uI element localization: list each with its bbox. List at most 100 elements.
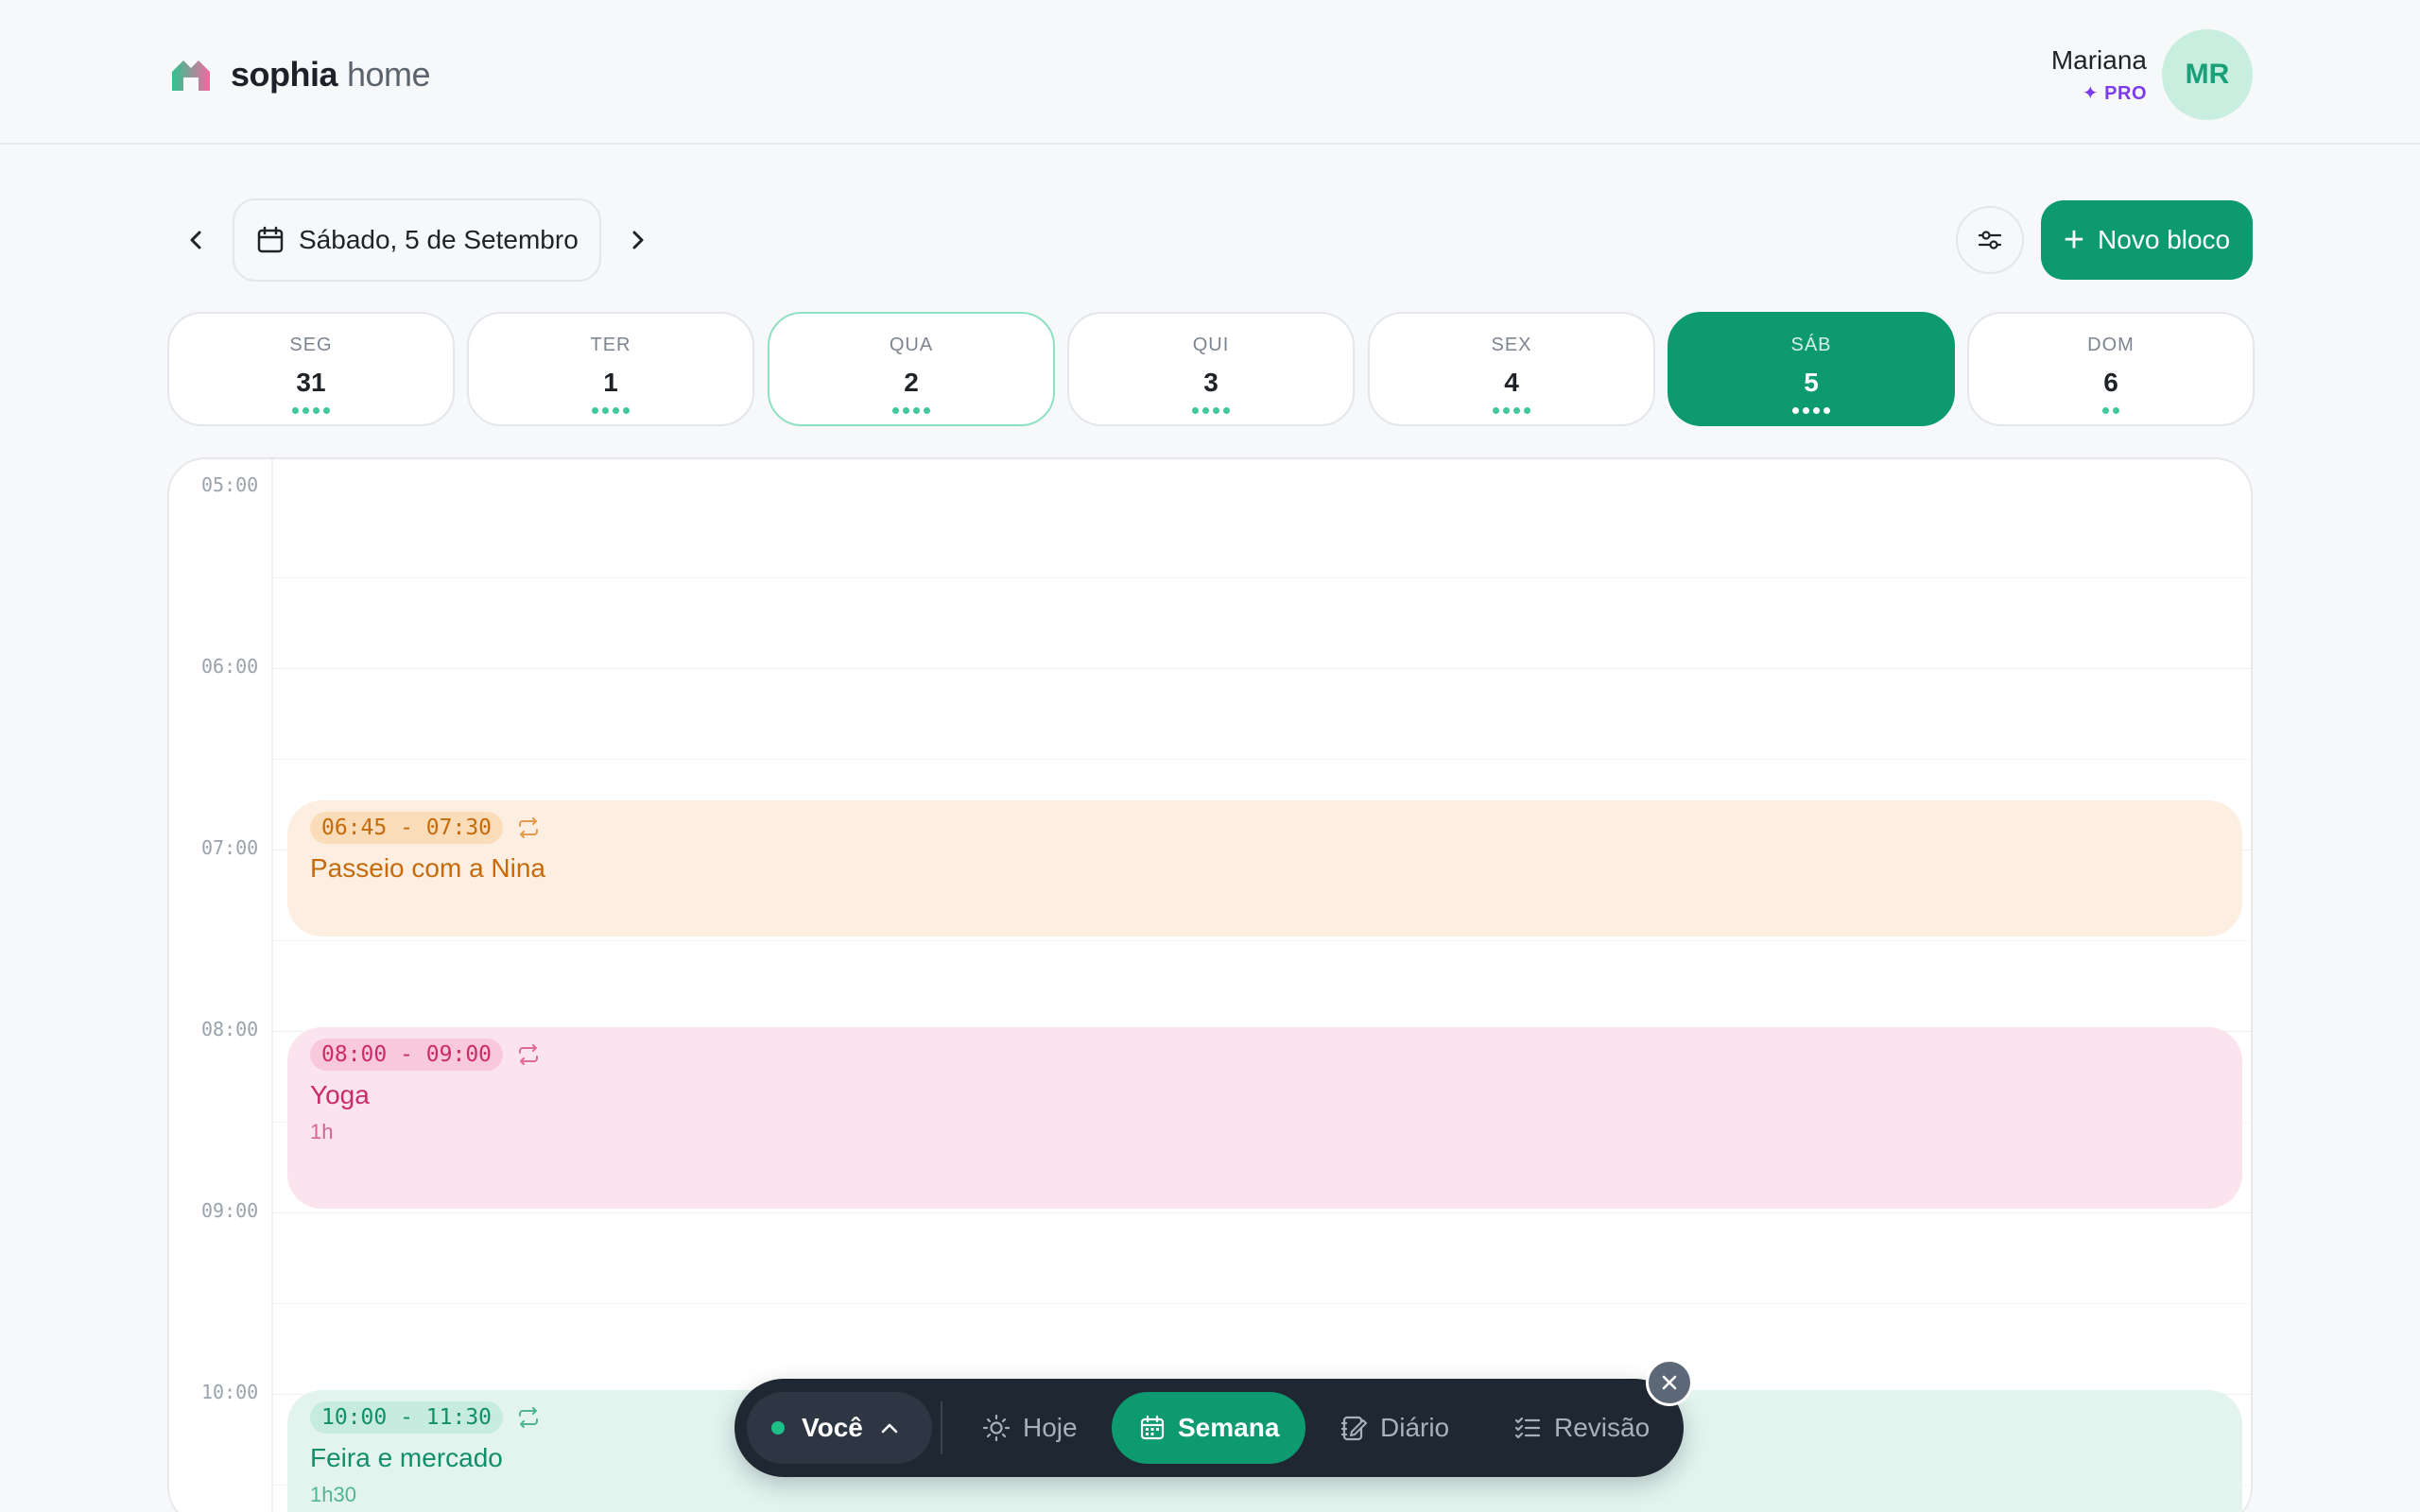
dock-tab-week[interactable]: Semana [1112,1392,1306,1464]
day-number: 4 [1504,368,1519,397]
event-dots [1969,407,2253,415]
event-dot [602,407,609,414]
day-tab-6[interactable]: DOM 6 [1967,312,2255,426]
event-duration: 1h30 [310,1483,356,1506]
hour-line [273,668,2251,669]
date-picker-button[interactable]: Sábado, 5 de Setembro [233,198,601,282]
dock-divider [941,1401,942,1454]
dock-tab-journal[interactable]: Diário [1339,1392,1449,1464]
dock-tab-review[interactable]: Revisão [1512,1392,1650,1464]
chevron-up-icon [881,1423,898,1434]
event-block[interactable]: 06:45 - 07:30 Passeio com a Nina [287,800,2242,936]
event-dot [892,407,899,414]
hour-label: 08:00 [201,1018,259,1040]
hour-label: 06:00 [201,655,259,678]
pro-badge: ✦ PRO [2082,82,2147,104]
next-day-button[interactable] [613,199,662,281]
new-block-button[interactable]: + Novo bloco [2041,200,2253,280]
hour-label: 07:00 [201,836,259,859]
current-date-label: Sábado, 5 de Setembro [299,225,579,254]
dock-label: Hoje [1023,1413,1078,1442]
event-dot [903,407,909,414]
dock-label: Diário [1380,1413,1450,1442]
day-tab-4[interactable]: SEX 4 [1368,312,1655,426]
prev-day-button[interactable] [172,199,221,281]
event-dot [313,407,320,414]
event-dots [469,407,752,415]
top-bar: sophia home Mariana ✦ PRO MR [0,0,2420,145]
week-strip: SEG 31 TER 1 QUA 2 QUI 3 SEX 4 SÁB 5 DOM 6 [167,312,2255,426]
profile-label: Você [802,1413,863,1442]
journal-icon [1340,1416,1367,1441]
event-dot [323,407,330,414]
day-name: SEG [289,335,333,355]
event-dot [1493,407,1499,414]
hour-label: 09:00 [201,1199,259,1222]
event-dot [2102,407,2109,414]
dock-label: Revisão [1554,1413,1651,1442]
event-dots [1069,407,1353,415]
day-tab-3[interactable]: QUI 3 [1067,312,1355,426]
day-number: 6 [2103,368,2118,397]
sun-icon [982,1414,1011,1442]
hour-label: 05:00 [201,473,259,496]
checklist-icon [1514,1417,1541,1439]
day-number: 1 [603,368,618,397]
day-name: DOM [2087,335,2135,355]
repeat-icon [519,1044,539,1065]
event-dot [623,407,630,414]
event-title: Yoga [310,1080,370,1109]
day-timeline[interactable]: 05:00 06:00 07:00 08:00 09:00 10:00 06:45 - 0… [167,457,2253,1512]
day-name: SÁB [1790,335,1832,355]
repeat-icon [519,1407,539,1428]
filter-button[interactable] [1956,206,2024,274]
brand-name: sophia [231,55,338,94]
day-name: SEX [1491,335,1532,355]
event-dots [1370,407,1653,415]
user-name: Mariana [2050,44,2147,75]
event-dot [2113,407,2119,414]
dock-label: Semana [1178,1413,1280,1442]
event-block[interactable]: 08:00 - 09:00 Yoga 1h [287,1027,2242,1209]
dock-tab-today[interactable]: Hoje [981,1392,1078,1464]
sliders-icon [1978,231,2002,249]
close-dock-button[interactable] [1646,1359,1693,1406]
event-dot [1192,407,1199,414]
event-dot [924,407,930,414]
event-dot [913,407,920,414]
event-dot [1792,407,1799,414]
event-dot [1202,407,1209,414]
event-dots [169,407,453,415]
date-navigation: Sábado, 5 de Setembro [172,198,662,282]
day-tab-1[interactable]: TER 1 [467,312,754,426]
day-number: 2 [904,368,919,397]
profile-switcher[interactable]: Você [747,1392,932,1464]
event-dot [1223,407,1230,414]
bottom-dock: Você Hoje Semana Diário Revisão [735,1379,1684,1477]
hour-line [273,1212,2251,1213]
event-dot [1503,407,1510,414]
day-tab-2[interactable]: QUA 2 [768,312,1055,426]
event-dot [613,407,619,414]
event-dot [1213,407,1219,414]
logo[interactable]: sophia home [170,55,431,94]
plus-icon: + [2063,220,2085,260]
avatar[interactable]: MR [2162,29,2253,120]
event-dot [1824,407,1830,414]
day-number: 3 [1203,368,1219,397]
half-hour-line [273,759,2251,760]
chevron-left-icon [190,231,201,249]
close-icon [1662,1375,1677,1390]
calendar-icon [1140,1415,1165,1440]
event-dot [1513,407,1520,414]
day-number: 31 [296,368,326,397]
user-menu[interactable]: Mariana ✦ PRO MR [2051,29,2253,120]
event-dot [1524,407,1530,414]
day-tab-5[interactable]: SÁB 5 [1668,312,1955,426]
new-block-label: Novo bloco [2098,225,2231,254]
event-dot [302,407,309,414]
day-name: QUI [1192,335,1230,355]
half-hour-line [273,577,2251,578]
day-tab-0[interactable]: SEG 31 [167,312,455,426]
online-status-dot [771,1421,785,1435]
